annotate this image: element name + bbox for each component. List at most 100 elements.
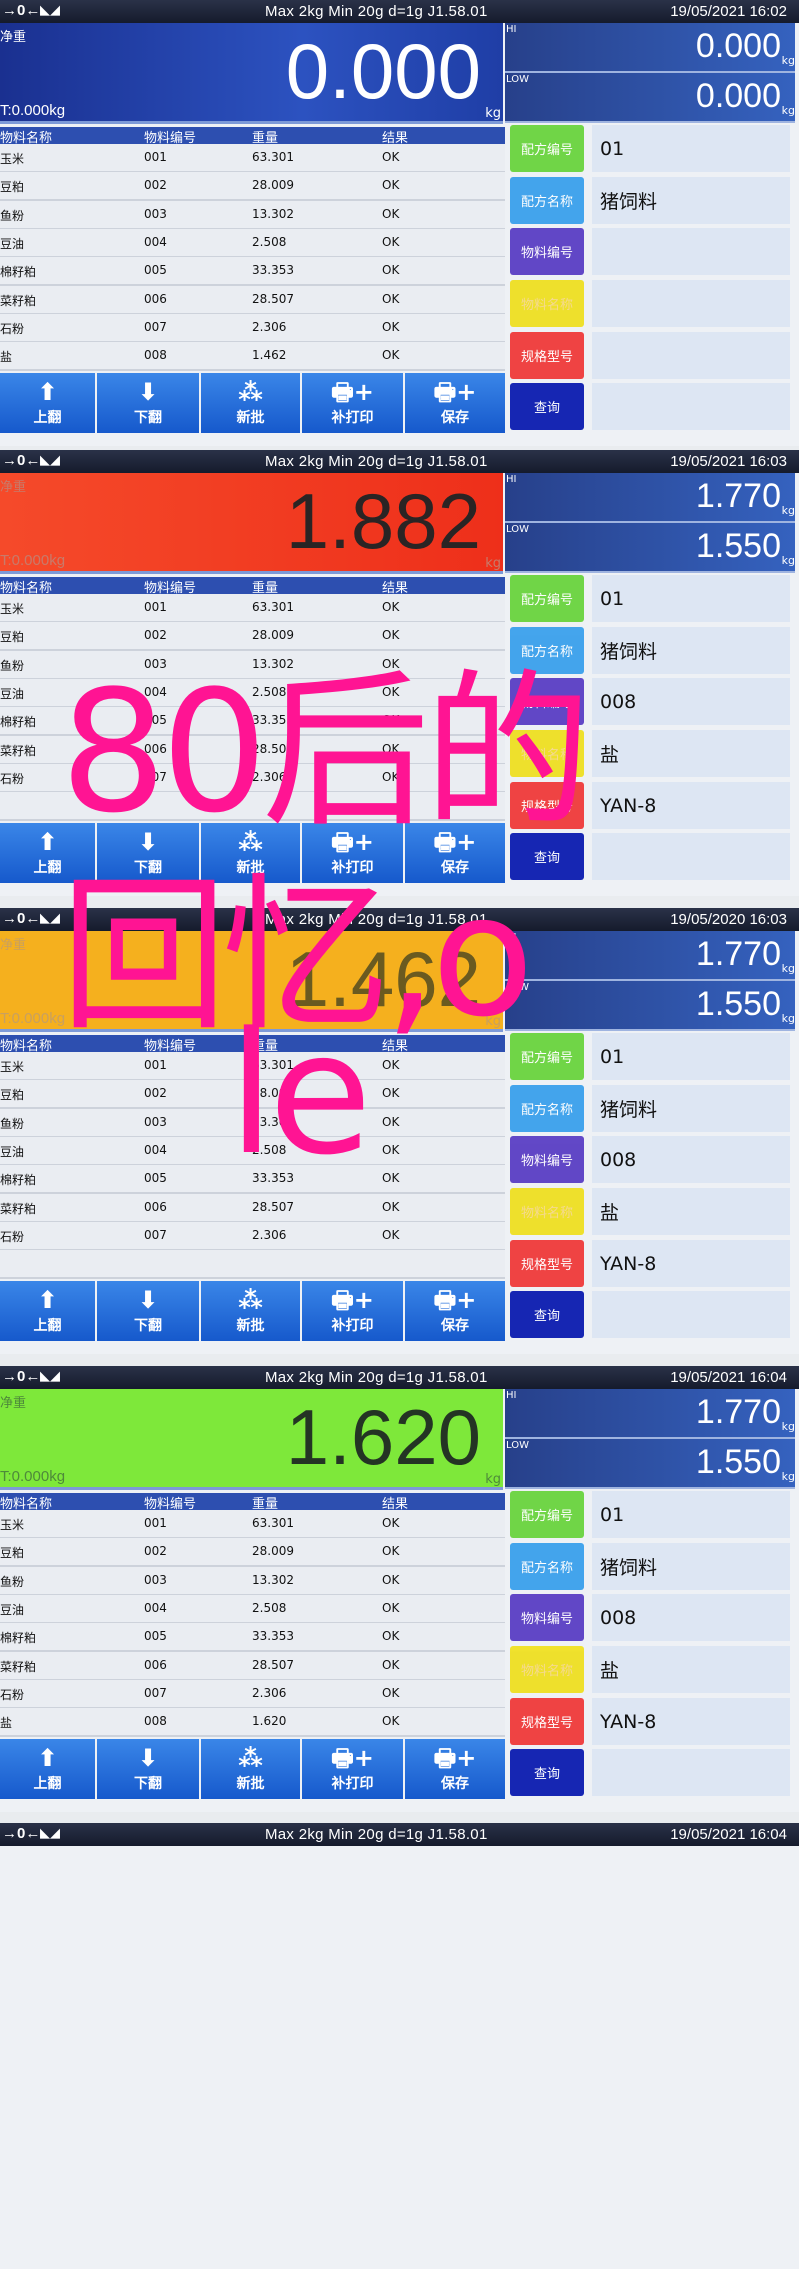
table-row[interactable]: 豆油 004 2.508 OK [0, 1594, 505, 1624]
zero-indicator-icon: →0← [2, 2, 41, 19]
table-row[interactable]: 豆粕 002 28.009 OK [0, 172, 505, 202]
table-cell: 玉米 [0, 152, 25, 166]
action-button[interactable]: ⬆ 上翻 [0, 373, 95, 433]
hi-value: 0.000 [695, 27, 781, 65]
table-row[interactable]: 玉米 001 63.301 OK [0, 594, 505, 623]
field-value: 01 [592, 1491, 790, 1538]
table-cell: OK [382, 1600, 400, 1615]
hi-value: 1.770 [695, 477, 781, 515]
table-row[interactable]: 棉籽粕 005 33.353 OK [0, 1623, 505, 1653]
table-cell: 28.009 [252, 178, 294, 193]
action-button[interactable]: ⬆ 上翻 [0, 1281, 95, 1341]
datetime: 19/05/2021 16:02 [670, 3, 787, 20]
table-cell: OK [382, 291, 400, 306]
low-unit: kg [781, 1012, 795, 1025]
field-value-empty [592, 833, 790, 880]
side-button-label: 查询 [533, 401, 560, 416]
table-row[interactable]: 石粉 007 2.306 OK [0, 1679, 505, 1709]
side-button[interactable]: 查询 [510, 1749, 584, 1796]
table-row[interactable]: 盐 008 1.462 OK [0, 342, 505, 372]
table-row[interactable]: 石粉 007 2.306 OK [0, 313, 505, 343]
action-button[interactable]: ⁂ 新批 [201, 1281, 300, 1341]
action-button[interactable]: 🖶+ 保存 [405, 373, 505, 433]
action-button[interactable]: ⬆ 上翻 [0, 1739, 95, 1799]
weight-display: 净重 1.620 T:0.000kg kg [0, 1389, 503, 1490]
hi-unit: kg [781, 1420, 795, 1433]
field-value-text: 01 [600, 1045, 625, 1068]
field-value-text: YAN-8 [600, 1710, 657, 1733]
field-value-text: 盐 [600, 1202, 620, 1224]
action-button[interactable]: ⬇ 下翻 [97, 1281, 199, 1341]
table-cell: 28.009 [252, 1544, 294, 1559]
table-row[interactable]: 玉米 001 63.301 OK [0, 144, 505, 173]
side-button[interactable]: 物料名称 [510, 280, 584, 327]
datetime: 19/05/2021 16:04 [670, 1369, 787, 1386]
field-value-text: 008 [600, 690, 637, 713]
side-button[interactable]: 查询 [510, 383, 584, 430]
scale-icon: ◣◢ [40, 1368, 60, 1383]
action-button[interactable]: 🖶+ 补打印 [302, 1739, 403, 1799]
table-row[interactable]: 豆粕 002 28.009 OK [0, 1538, 505, 1568]
side-button[interactable]: 配方编号 [510, 1491, 584, 1538]
field-value-text: 01 [600, 1503, 625, 1526]
action-button[interactable]: 🖶+ 补打印 [302, 1281, 403, 1341]
action-button[interactable]: ⬇ 下翻 [97, 1739, 199, 1799]
action-button-label: 新批 [236, 1318, 265, 1334]
field-value: 01 [592, 575, 790, 622]
side-button[interactable]: 规格型号 [510, 332, 584, 379]
table-cell: 鱼粉 [0, 1574, 25, 1589]
table-cell: OK [382, 1685, 400, 1700]
action-button[interactable]: ⁂ 新批 [201, 373, 300, 433]
table-cell: OK [382, 1171, 400, 1186]
table-row[interactable]: 鱼粉 003 13.302 OK [0, 200, 505, 230]
table-cell: 001 [144, 1516, 167, 1530]
side-button[interactable]: 规格型号 [510, 1698, 584, 1745]
side-button[interactable]: 物料编号 [510, 228, 584, 275]
table-row[interactable]: 鱼粉 003 13.302 OK [0, 1566, 505, 1596]
table-cell: 1.620 [252, 1714, 287, 1729]
side-button-label: 规格型号 [520, 1716, 573, 1731]
side-button-label: 物料编号 [520, 246, 573, 261]
hi-label: HI [506, 474, 517, 485]
table-cell: 石粉 [0, 1687, 25, 1702]
tare-value: T:0.000kg [0, 1010, 66, 1027]
action-button[interactable]: 🖶+ 保存 [405, 1739, 505, 1799]
table-cell: 石粉 [0, 771, 25, 786]
table-row[interactable]: 盐 008 1.620 OK [0, 1708, 505, 1738]
table-row[interactable]: 豆油 004 2.508 OK [0, 228, 505, 258]
table-cell: 003 [144, 206, 167, 221]
side-button[interactable]: 物料名称 [510, 1646, 584, 1693]
side-button[interactable]: 物料名称 [510, 1188, 584, 1235]
side-button[interactable]: 配方名称 [510, 1543, 584, 1590]
action-button[interactable]: 🖶+ 补打印 [302, 373, 403, 433]
table-cell: 28.507 [252, 291, 294, 306]
side-button[interactable]: 配方编号 [510, 125, 584, 172]
action-button[interactable]: ⁂ 新批 [201, 1739, 300, 1799]
field-value: 008 [592, 1594, 790, 1641]
datetime: 19/05/2020 16:03 [670, 911, 787, 928]
table-row[interactable]: 菜籽粕 006 28.507 OK [0, 285, 505, 315]
side-button[interactable]: 查询 [510, 1291, 584, 1338]
table-row[interactable]: 棉籽粕 005 33.353 OK [0, 257, 505, 287]
action-button[interactable]: 🖶+ 保存 [405, 1281, 505, 1341]
table-cell: 2.508 [252, 234, 287, 249]
table-row[interactable]: 豆粕 002 28.009 OK [0, 622, 505, 652]
action-button-label: 上翻 [33, 1776, 62, 1792]
table-row[interactable]: 菜籽粕 006 28.507 OK [0, 1193, 505, 1223]
table-row[interactable]: 玉米 001 63.301 OK [0, 1510, 505, 1539]
side-button[interactable]: 配方名称 [510, 177, 584, 224]
side-button[interactable]: 物料编号 [510, 1136, 584, 1183]
table-cell: 002 [144, 178, 167, 193]
table-row[interactable]: 菜籽粕 006 28.507 OK [0, 1651, 505, 1681]
table-cell: 盐 [0, 1716, 13, 1731]
side-button[interactable]: 物料编号 [510, 1594, 584, 1641]
table-row[interactable]: 石粉 007 2.306 OK [0, 1221, 505, 1251]
action-button[interactable]: ⬇ 下翻 [97, 373, 199, 433]
side-button[interactable]: 配方编号 [510, 575, 584, 622]
side-button[interactable]: 规格型号 [510, 1240, 584, 1287]
hi-label: HI [506, 24, 517, 35]
table-row[interactable] [0, 1250, 505, 1280]
action-button-label: 保存 [441, 1776, 469, 1792]
side-button[interactable]: 配方名称 [510, 1085, 584, 1132]
field-value: 盐 [592, 730, 790, 777]
